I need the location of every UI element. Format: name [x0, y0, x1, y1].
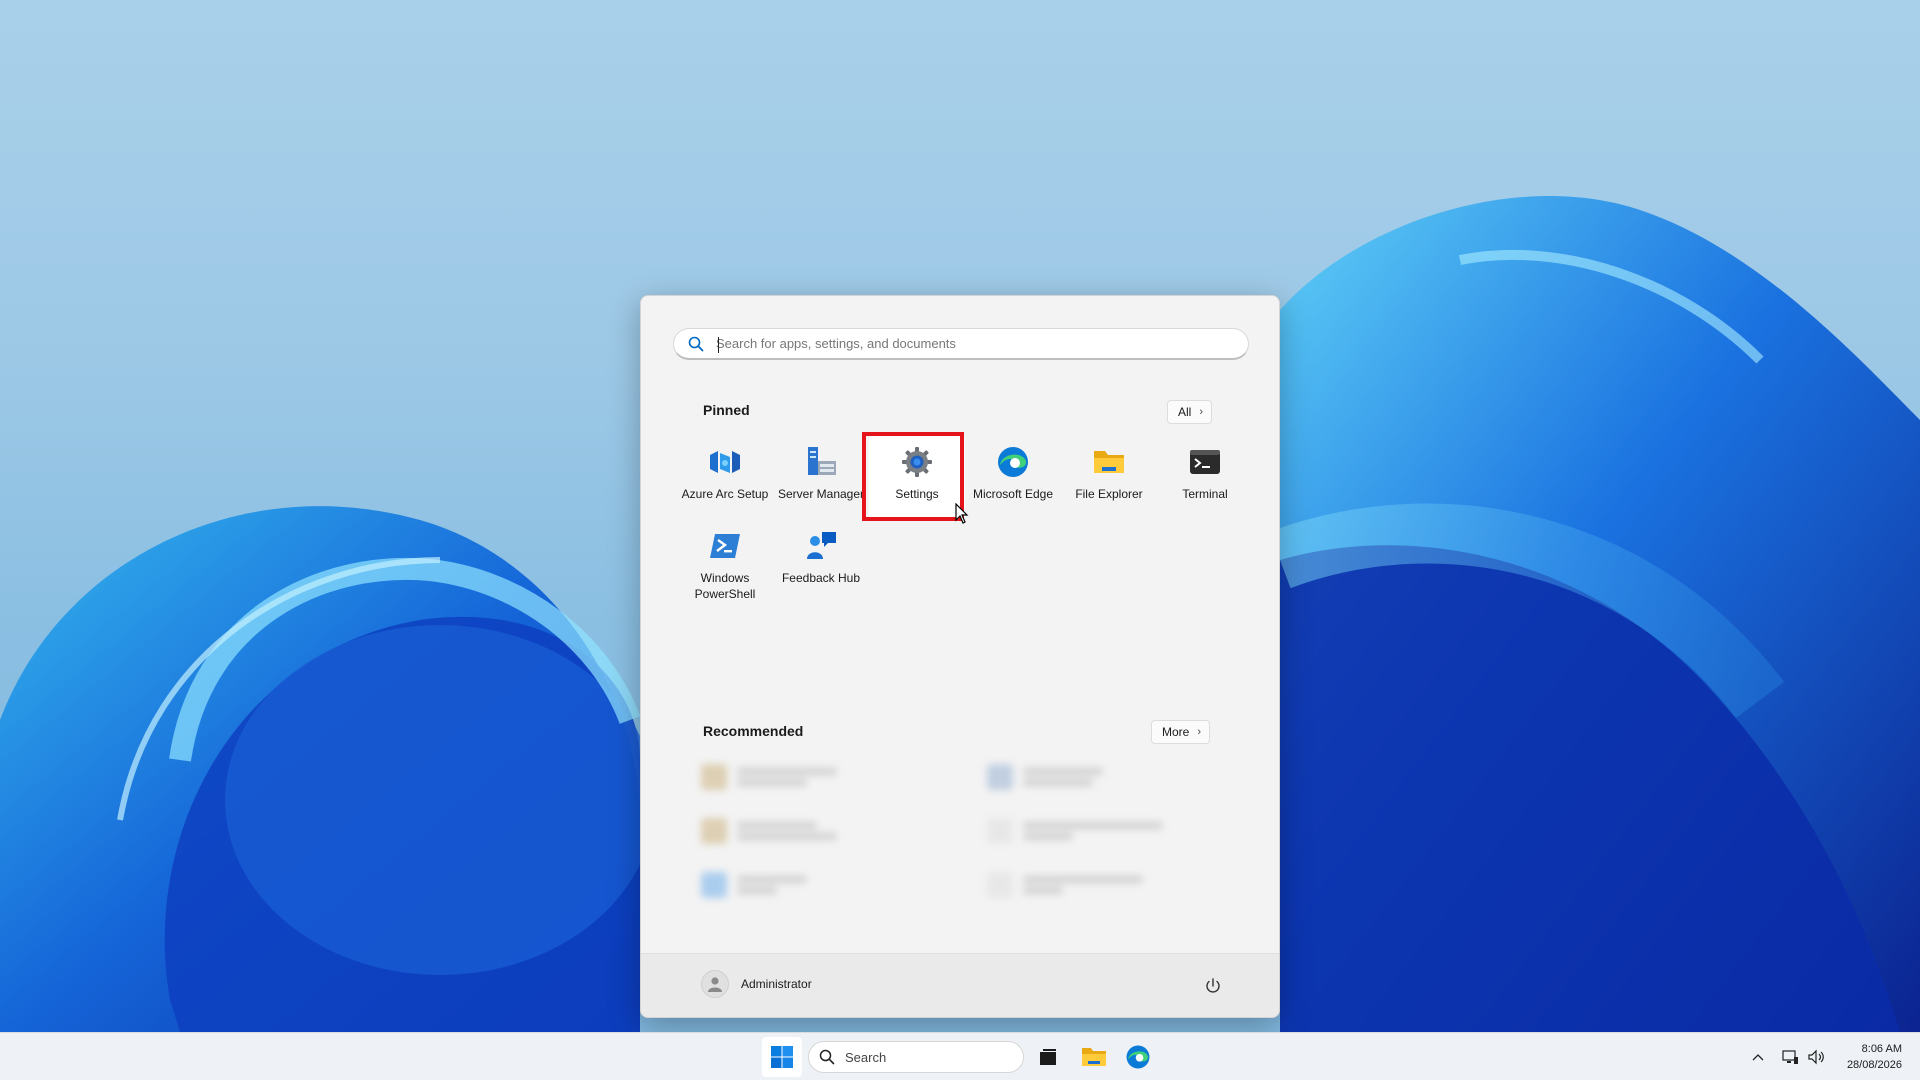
- file-icon: [701, 872, 727, 898]
- all-apps-button[interactable]: All ›: [1167, 400, 1213, 424]
- task-view-icon: [1040, 1049, 1056, 1065]
- app-label: Microsoft Edge: [972, 487, 1054, 501]
- recommended-item[interactable]: [701, 818, 837, 844]
- edge-icon: [995, 444, 1031, 480]
- feedback-hub-icon: [803, 528, 839, 564]
- volume-button[interactable]: [1804, 1049, 1828, 1065]
- pinned-app-windows-powershell[interactable]: Windows PowerShell: [677, 520, 773, 604]
- more-label: More: [1162, 725, 1190, 739]
- task-view-button[interactable]: [1028, 1037, 1068, 1077]
- pinned-app-server-manager[interactable]: Server Manager: [773, 436, 869, 520]
- taskbar-file-explorer[interactable]: [1074, 1037, 1114, 1077]
- clock-time: 8:06 AM: [1861, 1043, 1902, 1055]
- folder-icon: [1082, 1048, 1106, 1066]
- windows-logo-icon: [771, 1046, 793, 1068]
- chevron-up-icon: [1752, 1054, 1764, 1061]
- search-icon: [686, 334, 706, 354]
- text-caret: [718, 337, 719, 353]
- recommended-item[interactable]: [701, 872, 807, 898]
- mouse-cursor-icon: [955, 502, 969, 530]
- user-account-button[interactable]: Administrator: [701, 970, 812, 998]
- file-icon: [701, 764, 727, 790]
- taskbar-microsoft-edge[interactable]: [1118, 1037, 1158, 1077]
- recommended-list: [697, 756, 1237, 916]
- network-button[interactable]: [1776, 1049, 1804, 1065]
- chevron-right-icon: ›: [1197, 726, 1202, 738]
- folder-icon: [1091, 444, 1127, 480]
- settings-highlight-box: [862, 432, 964, 521]
- taskbar: Search 8:06 AM 28/08/2026: [0, 1032, 1920, 1080]
- file-icon: [987, 764, 1013, 790]
- taskbar-search-box[interactable]: Search: [808, 1041, 1024, 1073]
- system-tray: [1744, 1033, 1828, 1080]
- terminal-icon: [1187, 444, 1223, 480]
- start-menu-footer: Administrator: [641, 953, 1279, 1017]
- all-apps-label: All: [1178, 405, 1192, 419]
- app-label: File Explorer: [1075, 487, 1143, 501]
- more-recommended-button[interactable]: More ›: [1151, 720, 1211, 744]
- power-icon: [1206, 978, 1220, 993]
- pinned-app-microsoft-edge[interactable]: Microsoft Edge: [965, 436, 1061, 520]
- edge-icon: [1126, 1045, 1150, 1069]
- power-button[interactable]: [1201, 974, 1225, 998]
- pinned-app-azure-arc-setup[interactable]: Azure Arc Setup: [677, 436, 773, 520]
- pinned-app-file-explorer[interactable]: File Explorer: [1061, 436, 1157, 520]
- recommended-item[interactable]: [987, 872, 1143, 898]
- app-label: Feedback Hub: [781, 571, 861, 585]
- app-label: Terminal: [1182, 487, 1228, 501]
- recommended-item[interactable]: [987, 818, 1163, 844]
- speaker-icon: [1808, 1049, 1824, 1065]
- app-label: Server Manager: [777, 487, 865, 501]
- network-icon: [1782, 1050, 1798, 1064]
- recommended-item[interactable]: [701, 764, 837, 790]
- clock-button[interactable]: 8:06 AM 28/08/2026: [1847, 1041, 1902, 1073]
- powershell-icon: [707, 528, 743, 564]
- start-button[interactable]: [762, 1037, 802, 1077]
- taskbar-search-label: Search: [845, 1049, 887, 1065]
- app-label: Windows PowerShell: [694, 571, 756, 601]
- chevron-right-icon: ›: [1199, 406, 1204, 418]
- file-icon: [701, 818, 727, 844]
- pinned-app-feedback-hub[interactable]: Feedback Hub: [773, 520, 869, 604]
- azure-arc-icon: [707, 444, 743, 480]
- start-search-input[interactable]: [716, 329, 1248, 358]
- file-icon: [987, 818, 1013, 844]
- server-manager-icon: [803, 444, 839, 480]
- recommended-item[interactable]: [987, 764, 1103, 790]
- pinned-app-terminal[interactable]: Terminal: [1157, 436, 1253, 520]
- show-hidden-icons-button[interactable]: [1744, 1052, 1772, 1062]
- start-search-box[interactable]: [673, 328, 1249, 360]
- file-icon: [987, 872, 1013, 898]
- recommended-title: Recommended: [703, 723, 804, 739]
- pinned-title: Pinned: [703, 402, 750, 418]
- app-label: Azure Arc Setup: [681, 487, 769, 501]
- start-menu: Pinned All › Azure Arc Setup Server Mana…: [640, 295, 1280, 1018]
- search-icon: [819, 1049, 835, 1065]
- avatar: [701, 970, 729, 998]
- clock-date: 28/08/2026: [1846, 1059, 1902, 1071]
- user-name: Administrator: [741, 977, 812, 991]
